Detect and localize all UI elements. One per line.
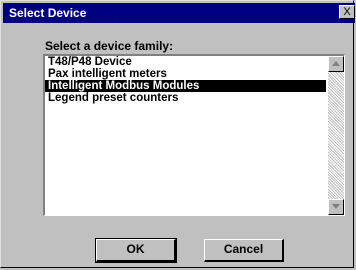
list-item[interactable]: Legend preset counters	[45, 92, 326, 104]
arrow-down-icon	[332, 204, 340, 209]
window-title: Select Device	[9, 6, 87, 20]
select-device-dialog: Select Device X Select a device family: …	[0, 0, 355, 268]
close-button[interactable]: X	[339, 5, 355, 19]
scroll-up-button[interactable]	[328, 56, 344, 72]
close-icon: X	[343, 6, 351, 18]
scroll-down-button[interactable]	[328, 199, 344, 215]
list-item[interactable]: Pax intelligent meters	[45, 68, 326, 80]
vertical-scrollbar[interactable]	[328, 56, 344, 215]
device-family-listbox[interactable]: T48/P48 Device Pax intelligent meters In…	[43, 54, 345, 216]
list-item[interactable]: T48/P48 Device	[45, 56, 326, 68]
title-bar[interactable]: Select Device X	[3, 3, 355, 23]
device-list: T48/P48 Device Pax intelligent meters In…	[45, 56, 326, 215]
ok-button[interactable]: OK	[95, 238, 177, 263]
arrow-up-icon	[332, 61, 340, 66]
device-family-label: Select a device family:	[45, 39, 174, 53]
list-item[interactable]: Intelligent Modbus Modules	[45, 80, 326, 92]
cancel-button[interactable]: Cancel	[204, 239, 284, 262]
